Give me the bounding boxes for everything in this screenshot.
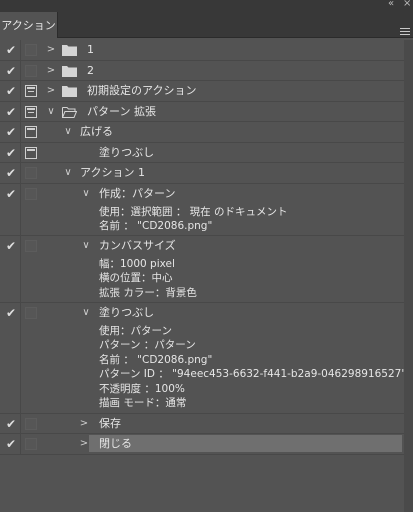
action-row[interactable]: ✔ ∨ 広げる xyxy=(0,122,404,143)
command-detail: パターン ：パターン xyxy=(99,339,196,351)
action-set-label: パターン 拡張 xyxy=(87,104,156,118)
action-set-row[interactable]: ✔ > 2 xyxy=(0,60,404,81)
chevron-down-icon[interactable]: ∨ xyxy=(80,238,92,254)
dialog-toggle-icon[interactable] xyxy=(25,44,37,56)
tab-actions[interactable]: アクション xyxy=(0,12,58,38)
actions-list: ✔ > 1 ✔ > 2 ✔ > 初期設定のアクション ✔ ∨ パターン 拡張 ✔… xyxy=(0,40,407,455)
checkmark-icon[interactable]: ✔ xyxy=(4,124,18,140)
panel-menu-icon[interactable] xyxy=(400,28,410,36)
collapse-panel-icon[interactable]: « xyxy=(388,0,394,10)
action-set-label: 1 xyxy=(87,43,94,56)
command-detail: 名前 ： "CD2086.png" xyxy=(99,353,213,366)
chevron-right-icon[interactable]: > xyxy=(78,416,90,432)
checkmark-icon[interactable]: ✔ xyxy=(4,416,18,432)
scrollbar[interactable] xyxy=(404,40,413,512)
command-detail: 横の位置：中心 xyxy=(99,272,173,284)
dialog-toggle-icon[interactable] xyxy=(25,167,37,179)
command-detail: パターン ID ： "94eec453-6632-f441-b2a9-04629… xyxy=(99,368,407,380)
command-detail: 名前 ： "CD2086.png" xyxy=(99,220,213,232)
command-detail: 幅：1000 pixel xyxy=(99,257,175,270)
dialog-toggle-icon[interactable] xyxy=(25,239,37,252)
folder-open-icon xyxy=(62,106,77,118)
command-label: 塗りつぶし xyxy=(99,145,155,159)
checkmark-icon[interactable]: ✔ xyxy=(4,63,18,79)
action-label: アクション 1 xyxy=(80,166,145,179)
action-row[interactable]: ✔ ∨ アクション 1 xyxy=(0,163,404,184)
command-detail: 使用：選択範囲 ： 現在 のドキュメント xyxy=(99,205,288,218)
command-label: カンバスサイズ xyxy=(99,238,176,252)
checkmark-icon[interactable]: ✔ xyxy=(4,436,18,452)
chevron-right-icon[interactable]: > xyxy=(45,63,57,79)
command-label: 作成：パターン xyxy=(99,186,176,200)
dialog-toggle-icon[interactable] xyxy=(25,126,37,138)
command-row[interactable]: ✔ ∨ 作成：パターン 使用：選択範囲 ： 現在 のドキュメント 名前 ： "C… xyxy=(0,183,404,236)
dialog-toggle-icon[interactable] xyxy=(25,105,37,118)
chevron-right-icon[interactable]: > xyxy=(45,83,57,99)
action-set-label: 初期設定のアクション xyxy=(87,84,197,97)
dialog-toggle-icon[interactable] xyxy=(25,306,37,319)
command-detail: 使用：パターン xyxy=(99,324,172,337)
dialog-toggle-icon[interactable] xyxy=(25,64,37,77)
checkmark-icon[interactable]: ✔ xyxy=(4,305,18,321)
command-label: 保存 xyxy=(99,416,121,430)
action-set-row[interactable]: ✔ > 初期設定のアクション xyxy=(0,81,404,102)
command-row-selected[interactable]: ✔ > 閉じる xyxy=(0,434,404,455)
selection-highlight xyxy=(89,435,402,452)
chevron-down-icon[interactable]: ∨ xyxy=(62,165,74,181)
action-set-row[interactable]: ✔ ∨ パターン 拡張 xyxy=(0,101,404,122)
command-label: 閉じる xyxy=(99,437,132,450)
chevron-down-icon[interactable]: ∨ xyxy=(62,124,74,140)
chevron-down-icon[interactable]: ∨ xyxy=(45,104,57,120)
checkmark-icon[interactable]: ✔ xyxy=(4,238,18,254)
checkmark-icon[interactable]: ✔ xyxy=(4,186,18,202)
checkmark-icon[interactable]: ✔ xyxy=(4,165,18,181)
command-detail: 拡張 カラー：背景色 xyxy=(99,286,197,299)
folder-icon xyxy=(62,86,77,97)
checkmark-icon[interactable]: ✔ xyxy=(4,42,18,58)
command-label: 塗りつぶし xyxy=(99,305,155,319)
action-set-row[interactable]: ✔ > 1 xyxy=(0,40,404,61)
dialog-toggle-icon[interactable] xyxy=(25,187,37,200)
command-row[interactable]: ✔ ∨ カンバスサイズ 幅：1000 pixel 横の位置：中心 拡張 カラー：… xyxy=(0,235,404,303)
chevron-right-icon[interactable]: > xyxy=(78,436,90,452)
close-panel-icon[interactable]: × xyxy=(403,0,411,10)
chevron-down-icon[interactable]: ∨ xyxy=(80,186,92,202)
command-row[interactable]: ✔ ∨ 塗りつぶし 使用：パターン パターン ：パターン 名前 ： "CD208… xyxy=(0,302,407,414)
dialog-toggle-icon[interactable] xyxy=(25,146,37,159)
dialog-toggle-icon[interactable] xyxy=(25,417,37,430)
panel-tab-bar: アクション xyxy=(0,10,413,38)
action-label: 広げる xyxy=(80,125,113,138)
command-row[interactable]: ✔ 塗りつぶし xyxy=(0,142,404,163)
command-detail: 描画 モード：通常 xyxy=(99,397,187,409)
checkmark-icon[interactable]: ✔ xyxy=(4,83,18,99)
dialog-toggle-icon[interactable] xyxy=(25,438,37,450)
folder-icon xyxy=(62,45,77,56)
dialog-toggle-icon[interactable] xyxy=(25,85,37,97)
checkmark-icon[interactable]: ✔ xyxy=(4,104,18,120)
action-set-label: 2 xyxy=(87,63,94,77)
title-bar: « × xyxy=(0,0,413,10)
chevron-down-icon[interactable]: ∨ xyxy=(80,305,92,321)
chevron-right-icon[interactable]: > xyxy=(45,42,57,58)
checkmark-icon[interactable]: ✔ xyxy=(4,145,18,161)
command-detail: 不透明度 ：100% xyxy=(99,382,185,395)
command-row[interactable]: ✔ > 保存 xyxy=(0,413,404,434)
folder-icon xyxy=(62,65,77,77)
